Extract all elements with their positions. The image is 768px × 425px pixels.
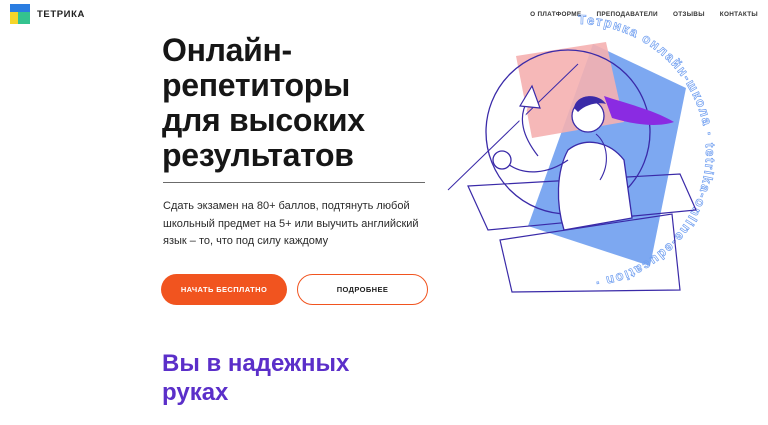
- hero-title-line: репетиторы: [162, 67, 351, 103]
- hero-subtitle: Сдать экзамен на 80+ баллов, подтянуть л…: [163, 200, 419, 247]
- landing-page: ТЕТРИКА О ПЛАТФОРМЕ ПРЕПОДАВАТЕЛИ ОТЗЫВЫ…: [0, 0, 768, 425]
- hero-title-line: для высоких: [162, 102, 365, 138]
- hero-title-line: Онлайн-: [162, 32, 292, 68]
- section-title-line: руках: [162, 379, 229, 406]
- hero-divider: [163, 182, 425, 183]
- brand-logo[interactable]: ТЕТРИКА: [10, 4, 85, 24]
- section-title: Вы в надежных руках: [162, 349, 422, 407]
- section-title-line: Вы в надежных: [162, 350, 350, 377]
- tetrika-logo-icon: [10, 4, 30, 24]
- more-info-button[interactable]: ПОДРОБНЕЕ: [297, 274, 428, 305]
- hero-title-line: результатов: [162, 137, 354, 173]
- brand-name: ТЕТРИКА: [37, 8, 85, 20]
- person-fist: [492, 150, 512, 170]
- hero-illustration: Тетрика онлайн-школа · tetrika-online-ed…: [447, 12, 717, 293]
- hero-title: Онлайн- репетиторы для высоких результат…: [162, 33, 422, 173]
- start-free-button[interactable]: НАЧАТЬ БЕСПЛАТНО: [161, 274, 287, 305]
